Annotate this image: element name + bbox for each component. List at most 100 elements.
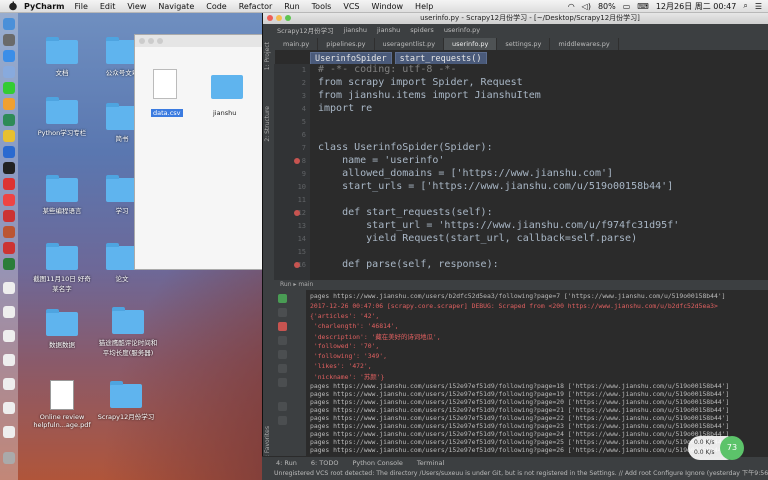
battery-icon[interactable]: ▭: [623, 2, 631, 11]
app-menu[interactable]: PyCharm: [24, 2, 64, 11]
desktop-folder[interactable]: Python学习专栏: [32, 97, 92, 137]
menu-vcs[interactable]: VCS: [343, 2, 359, 11]
tab-useragentlist-py[interactable]: useragentlist.py: [375, 38, 445, 50]
scroll-up-icon[interactable]: [278, 308, 287, 317]
app-dock-icon[interactable]: [3, 178, 15, 190]
clear-all-icon[interactable]: [278, 378, 287, 387]
desktop-folder[interactable]: 截图11月10日 好奇 某名字: [32, 243, 92, 293]
pdf-file-icon: [50, 380, 74, 410]
desktop-folder[interactable]: 文档: [32, 37, 92, 77]
close-button[interactable]: [139, 38, 145, 44]
volume-icon[interactable]: ◁): [582, 2, 591, 11]
clock[interactable]: 12月26日 周二 00:47: [656, 1, 737, 12]
document-dock-icon[interactable]: [3, 426, 15, 438]
override-marker-icon[interactable]: [294, 158, 300, 164]
line-number: 8: [301, 157, 306, 165]
stop-icon[interactable]: [278, 322, 287, 331]
nav-crumb[interactable]: userinfo.py: [444, 26, 480, 34]
menu-window[interactable]: Window: [372, 2, 404, 11]
finder-dock-icon[interactable]: [3, 18, 15, 30]
structure-tool-tab[interactable]: 2: Structure: [264, 106, 271, 142]
document-dock-icon[interactable]: [3, 306, 15, 318]
desktop-folder[interactable]: 某些编程语言: [32, 175, 92, 215]
wechat-dock-icon[interactable]: [3, 82, 15, 94]
app-dock-icon[interactable]: [3, 114, 15, 126]
excel-dock-icon[interactable]: [3, 258, 15, 270]
chrome-dock-icon[interactable]: [3, 130, 15, 142]
console-line: pages https://www.jianshu.com/users/152e…: [310, 446, 730, 454]
network-speed-widget[interactable]: 0.0 K/s 0.0 K/s 73: [688, 436, 744, 460]
zoom-button[interactable]: [157, 38, 163, 44]
document-dock-icon[interactable]: [3, 330, 15, 342]
tab-python-console[interactable]: Python Console: [352, 459, 402, 467]
nav-crumb[interactable]: jianshu: [377, 26, 400, 34]
input-method-icon[interactable]: ⌨: [637, 2, 649, 11]
csv-file-icon[interactable]: [153, 69, 177, 99]
close-button[interactable]: [267, 15, 273, 21]
nav-crumb[interactable]: Scrapy12月份学习: [277, 25, 334, 35]
menu-run[interactable]: Run: [284, 2, 299, 11]
console-line: pages https://www.jianshu.com/users/152e…: [310, 406, 730, 414]
menu-refactor[interactable]: Refactor: [239, 2, 273, 11]
qq-dock-icon[interactable]: [3, 162, 15, 174]
tab-middlewares-py[interactable]: middlewares.py: [550, 38, 619, 50]
minimize-button[interactable]: [148, 38, 154, 44]
scroll-to-end-icon[interactable]: [278, 350, 287, 359]
status-bar[interactable]: Unregistered VCS root detected: The dire…: [262, 468, 768, 480]
search-icon[interactable]: ⌕: [743, 1, 747, 11]
file-label: jianshu: [213, 109, 237, 117]
battery-percent[interactable]: 80%: [598, 2, 616, 11]
folder-icon[interactable]: [211, 75, 243, 99]
override-marker-icon[interactable]: [294, 210, 300, 216]
app-dock-icon[interactable]: [3, 146, 15, 158]
music-dock-icon[interactable]: [3, 210, 15, 222]
app-dock-icon[interactable]: [3, 242, 15, 254]
desktop-folder[interactable]: 数据数据: [32, 309, 92, 349]
project-tool-tab[interactable]: 1: Project: [264, 42, 271, 70]
nav-crumb[interactable]: jianshu: [344, 26, 367, 34]
mail-dock-icon[interactable]: [3, 66, 15, 78]
desktop-folder[interactable]: Scrapy12月份学习: [96, 381, 156, 421]
tab-terminal[interactable]: Terminal: [417, 459, 444, 467]
apple-icon[interactable]: [8, 1, 18, 11]
print-icon[interactable]: [278, 364, 287, 373]
app-dock-icon[interactable]: [3, 226, 15, 238]
menu-view[interactable]: View: [127, 2, 146, 11]
document-dock-icon[interactable]: [3, 354, 15, 366]
menu-code[interactable]: Code: [206, 2, 226, 11]
nav-crumb[interactable]: spiders: [410, 26, 434, 34]
launchpad-dock-icon[interactable]: [3, 34, 15, 46]
rerun-icon[interactable]: [278, 294, 287, 303]
menu-help[interactable]: Help: [415, 2, 433, 11]
wifi-icon[interactable]: ◠: [568, 2, 575, 11]
code-editor[interactable]: 1 2 3 4 5 6 7 8 9 10 11 12 13 14 15 16 #…: [274, 64, 768, 286]
override-marker-icon[interactable]: [294, 262, 300, 268]
tab-run[interactable]: 4: Run: [276, 459, 297, 467]
close-icon[interactable]: [278, 416, 287, 425]
desktop-folder[interactable]: 猫途鹰酷评论时间和平均长度(服务器): [98, 307, 158, 357]
line-number: 9: [301, 170, 306, 178]
safari-dock-icon[interactable]: [3, 50, 15, 62]
notes-dock-icon[interactable]: [3, 98, 15, 110]
run-console[interactable]: pages https://www.jianshu.com/users/b2df…: [306, 290, 768, 454]
app-dock-icon[interactable]: [3, 194, 15, 206]
soft-wrap-icon[interactable]: [278, 336, 287, 345]
notification-center-icon[interactable]: ☰: [755, 2, 762, 11]
document-dock-icon[interactable]: [3, 402, 15, 414]
code-line: # -*- coding: utf-8 -*-: [318, 64, 457, 75]
menu-tools[interactable]: Tools: [312, 2, 332, 11]
tab-pipelines-py[interactable]: pipelines.py: [318, 38, 375, 50]
document-dock-icon[interactable]: [3, 378, 15, 390]
menu-navigate[interactable]: Navigate: [158, 2, 194, 11]
tab-userinfo-py[interactable]: userinfo.py: [444, 38, 498, 50]
tab-settings-py[interactable]: settings.py: [497, 38, 551, 50]
menu-file[interactable]: File: [74, 2, 87, 11]
tab-main-py[interactable]: main.py: [275, 38, 319, 50]
menu-edit[interactable]: Edit: [100, 2, 116, 11]
pin-icon[interactable]: [278, 402, 287, 411]
document-dock-icon[interactable]: [3, 282, 15, 294]
trash-dock-icon[interactable]: [3, 452, 15, 464]
minimize-button[interactable]: [276, 15, 282, 21]
desktop-pdf[interactable]: Online review helpfuln...age.pdf: [32, 380, 92, 429]
tab-todo[interactable]: 6: TODO: [311, 459, 339, 467]
